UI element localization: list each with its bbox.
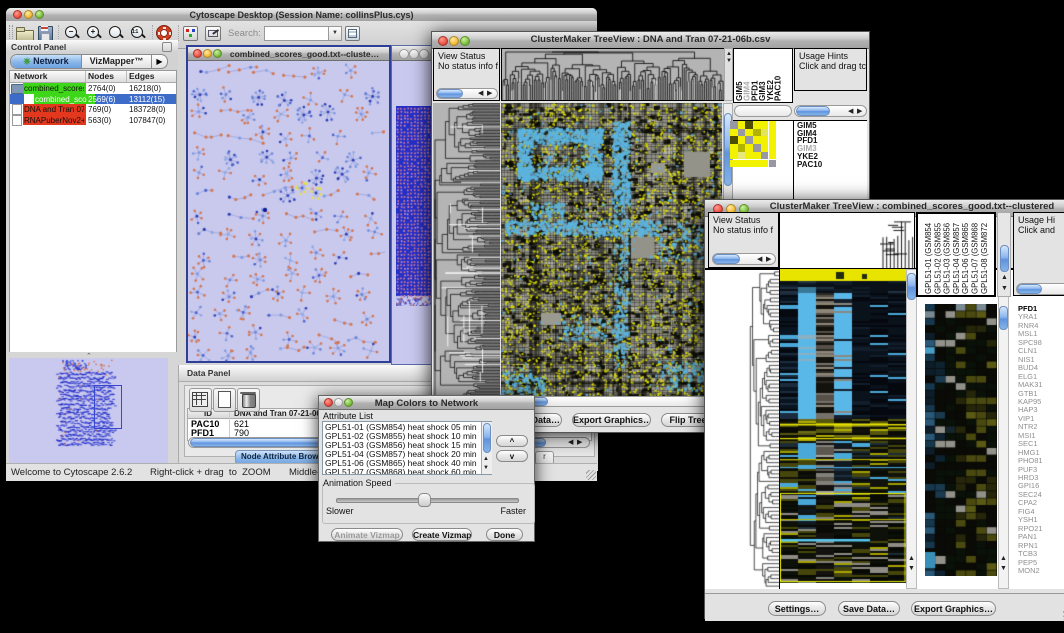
svg-text:GPL51-08 (GSM872: GPL51-08 (GSM872 xyxy=(980,223,989,294)
svg-text:GPL51-07 (GSM868: GPL51-07 (GSM868 xyxy=(971,223,980,294)
svg-text:GPL51-01 (GSM854: GPL51-01 (GSM854 xyxy=(924,222,933,294)
svg-text:PAC10: PAC10 xyxy=(774,75,783,101)
svg-text:GPL51-02 (GSM855: GPL51-02 (GSM855 xyxy=(933,222,942,294)
svg-text:GPL51-04 (GSM857: GPL51-04 (GSM857 xyxy=(952,223,961,294)
svg-text:GPL51-03 (GSM856: GPL51-03 (GSM856 xyxy=(943,223,952,294)
svg-text:GPL51-06 (GSM865: GPL51-06 (GSM865 xyxy=(961,222,970,294)
